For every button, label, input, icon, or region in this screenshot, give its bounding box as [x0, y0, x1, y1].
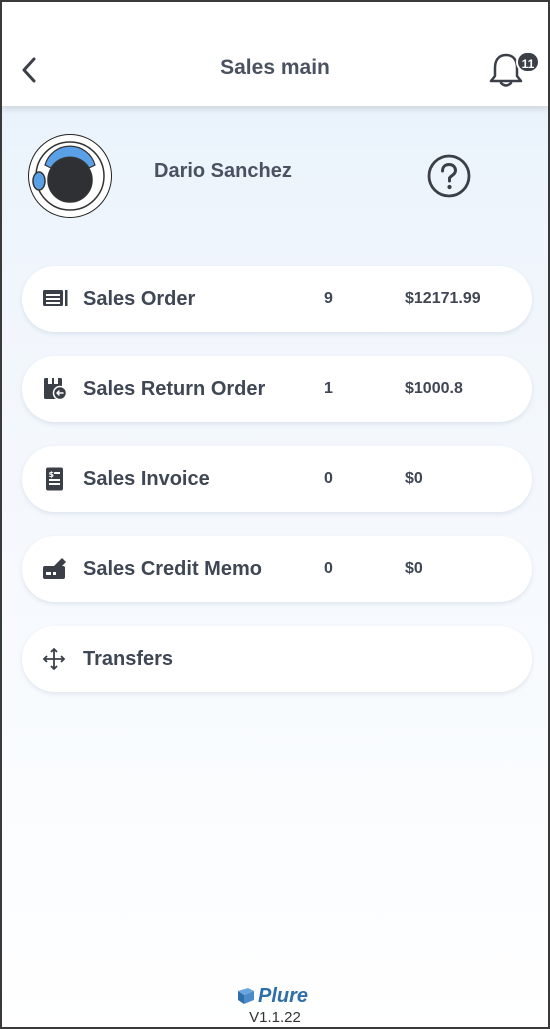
- menu-item-count: 0: [324, 470, 333, 487]
- menu-item-sales-invoice[interactable]: $ Sales Invoice 0 $0: [22, 446, 532, 512]
- user-name: Dario Sanchez: [154, 160, 292, 182]
- help-button[interactable]: [425, 152, 473, 200]
- svg-text:$: $: [49, 470, 55, 479]
- logo-text: Plure: [258, 984, 309, 1007]
- menu-item-sales-credit-memo[interactable]: Sales Credit Memo 0 $0: [22, 536, 532, 602]
- menu-item-amount: $0: [405, 470, 423, 487]
- brand-logo: Plure: [236, 984, 322, 1008]
- menu-item-label: Sales Order: [83, 288, 196, 310]
- avatar[interactable]: [28, 134, 112, 218]
- menu-item-transfers[interactable]: Transfers: [22, 626, 532, 692]
- menu-item-sales-order[interactable]: Sales Order 9 $12171.99: [22, 266, 532, 332]
- menu-item-amount: $1000.8: [405, 380, 463, 397]
- menu-item-sales-return-order[interactable]: Sales Return Order 1 $1000.8: [22, 356, 532, 422]
- menu-item-amount: $12171.99: [405, 290, 481, 307]
- return-order-icon: [44, 378, 68, 401]
- menu-item-count: 0: [324, 560, 333, 577]
- menu-item-label: Sales Return Order: [83, 378, 266, 400]
- notification-badge: 11: [516, 51, 540, 73]
- menu-item-amount: $0: [405, 560, 423, 577]
- menu-item-label: Sales Invoice: [83, 468, 210, 490]
- menu-item-label: Sales Credit Memo: [83, 558, 262, 580]
- logo-mark-icon: [238, 988, 254, 1004]
- top-bar: Sales main 11: [2, 2, 548, 107]
- question-circle-icon: [427, 154, 471, 198]
- move-arrows-icon: [42, 647, 66, 671]
- menu-item-count: 9: [324, 290, 333, 307]
- page-title: Sales main: [220, 56, 330, 79]
- menu-item-count: 1: [324, 380, 333, 397]
- invoice-icon: $: [46, 467, 63, 491]
- list-icon: [43, 290, 68, 306]
- menu-item-label: Transfers: [83, 648, 174, 670]
- credit-card-icon: [43, 558, 66, 579]
- astronaut-helmet-icon: [32, 141, 105, 211]
- app-screen: Sales main 11 Dario Sanchez Sales Order …: [0, 0, 550, 1029]
- app-version: V1.1.22: [249, 1009, 301, 1026]
